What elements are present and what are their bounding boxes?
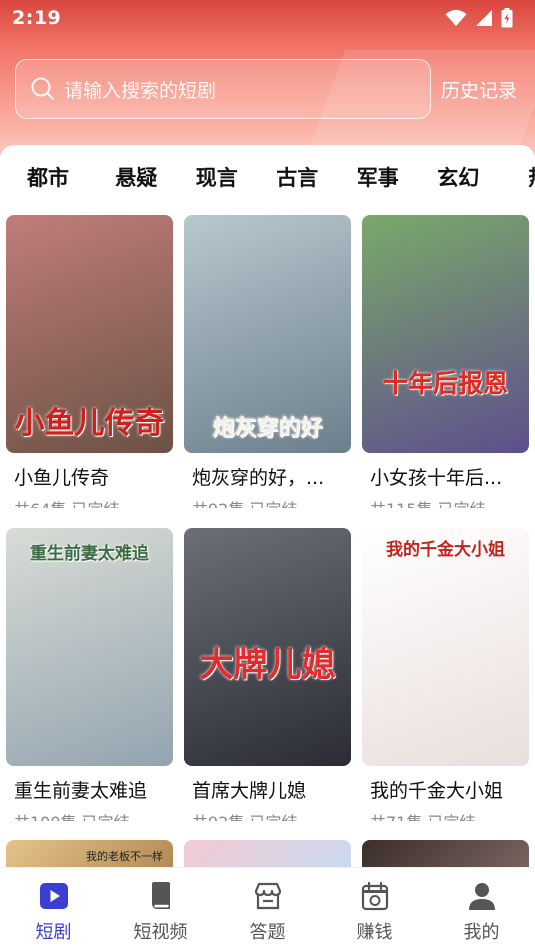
calendar-money-icon — [361, 881, 388, 911]
drama-title: 我的千金大小姐 — [370, 780, 504, 802]
drama-card[interactable]: 炮灰穿的好 炮灰穿的好，... 共92集·已完结 — [184, 215, 351, 508]
search-placeholder: 请输入搜索的短剧 — [64, 79, 217, 102]
status-time: 2:19 — [12, 7, 62, 29]
drama-poster-peek[interactable] — [362, 840, 529, 870]
category-tab[interactable]: 古言 — [257, 162, 338, 192]
nav-label: 短剧 — [35, 922, 72, 943]
drama-poster-peek[interactable]: 我的老板不一样 — [6, 840, 173, 870]
poster-title-art: 我的千金大小姐 — [386, 540, 505, 560]
search-row: 请输入搜索的短剧 历史记录 — [15, 59, 525, 119]
drama-meta: 共71集·已完结 — [362, 809, 529, 821]
nav-item-shortdrama[interactable]: 短剧 — [0, 880, 107, 944]
drama-card[interactable]: 我的千金大小姐 我的千金大小姐 共71集·已完结 — [362, 528, 529, 821]
bottom-nav: 短剧 短视频 答题 赚钱 我的 — [0, 867, 535, 951]
category-tab[interactable]: 热 — [499, 162, 535, 192]
category-tab[interactable]: 玄幻 — [418, 162, 499, 192]
play-icon — [39, 883, 68, 909]
drama-poster[interactable]: 我的千金大小姐 — [362, 528, 529, 766]
drama-title: 炮灰穿的好，... — [192, 467, 325, 489]
category-tabs: 都市 悬疑 现言 古言 军事 玄幻 热 — [0, 146, 535, 208]
drama-title: 首席大牌儿媳 — [192, 780, 307, 802]
poster-title-art: 小鱼儿传奇 — [14, 406, 165, 441]
status-icons — [445, 8, 513, 28]
nav-item-mine[interactable]: 我的 — [428, 880, 535, 944]
battery-icon — [501, 8, 513, 28]
drama-meta: 共100集·已完结 — [6, 809, 173, 821]
status-bar: 2:19 — [0, 0, 535, 36]
drama-meta: 共64集·已完结 — [6, 496, 173, 508]
poster-title-art: 大牌儿媳 — [199, 645, 336, 685]
drama-card[interactable]: 重生前妻太难追 重生前妻太难追 共100集·已完结 — [6, 528, 173, 821]
nav-item-shortvideo[interactable]: 短视频 — [107, 880, 214, 944]
peek-caption: 我的老板不一样 — [86, 850, 163, 863]
drama-meta: 共92集·已完结 — [184, 496, 351, 508]
poster-title-art: 重生前妻太难追 — [30, 544, 149, 564]
drama-card[interactable]: 十年后报恩 小女孩十年后... 共115集·已完结 — [362, 215, 529, 508]
search-icon — [31, 77, 54, 100]
drama-grid: 小鱼儿传奇 小鱼儿传奇 共64集·已完结 炮灰穿的好 炮灰穿的好，... 共92… — [6, 215, 529, 821]
category-tab[interactable]: 悬疑 — [96, 162, 177, 192]
drama-poster[interactable]: 十年后报恩 — [362, 215, 529, 453]
poster-title-art: 十年后报恩 — [382, 369, 508, 398]
drama-poster[interactable]: 重生前妻太难追 — [6, 528, 173, 766]
poster-art — [362, 215, 529, 453]
drama-card[interactable]: 小鱼儿传奇 小鱼儿传奇 共64集·已完结 — [6, 215, 173, 508]
book-icon — [151, 882, 170, 909]
drama-meta: 共115集·已完结 — [362, 496, 529, 508]
nav-label: 我的 — [463, 922, 500, 943]
category-tab[interactable]: 军事 — [338, 162, 419, 192]
search-input[interactable]: 请输入搜索的短剧 — [15, 59, 431, 119]
drama-title: 重生前妻太难追 — [14, 780, 148, 802]
user-icon — [468, 883, 495, 910]
poster-art — [362, 528, 529, 766]
history-button[interactable]: 历史记录 — [441, 76, 517, 103]
shop-icon — [254, 882, 281, 910]
drama-poster[interactable]: 炮灰穿的好 — [184, 215, 351, 453]
drama-title: 小女孩十年后... — [370, 467, 503, 489]
nav-item-quiz[interactable]: 答题 — [214, 880, 321, 944]
nav-item-earn[interactable]: 赚钱 — [321, 880, 428, 944]
drama-poster[interactable]: 大牌儿媳 — [184, 528, 351, 766]
drama-title: 小鱼儿传奇 — [14, 467, 110, 489]
drama-meta: 共92集·已完结 — [184, 809, 351, 821]
nav-label: 答题 — [249, 922, 286, 943]
category-tab[interactable]: 都市 — [0, 162, 96, 192]
nav-label: 赚钱 — [356, 922, 393, 943]
poster-title-art: 炮灰穿的好 — [212, 415, 323, 441]
signal-icon — [476, 10, 492, 26]
next-row-peek: 我的老板不一样 — [6, 840, 529, 870]
nav-label: 短视频 — [133, 922, 188, 943]
drama-card[interactable]: 大牌儿媳 首席大牌儿媳 共92集·已完结 — [184, 528, 351, 821]
wifi-icon — [445, 9, 467, 26]
category-tab[interactable]: 现言 — [177, 162, 258, 192]
drama-poster-peek[interactable] — [184, 840, 351, 870]
drama-poster[interactable]: 小鱼儿传奇 — [6, 215, 173, 453]
